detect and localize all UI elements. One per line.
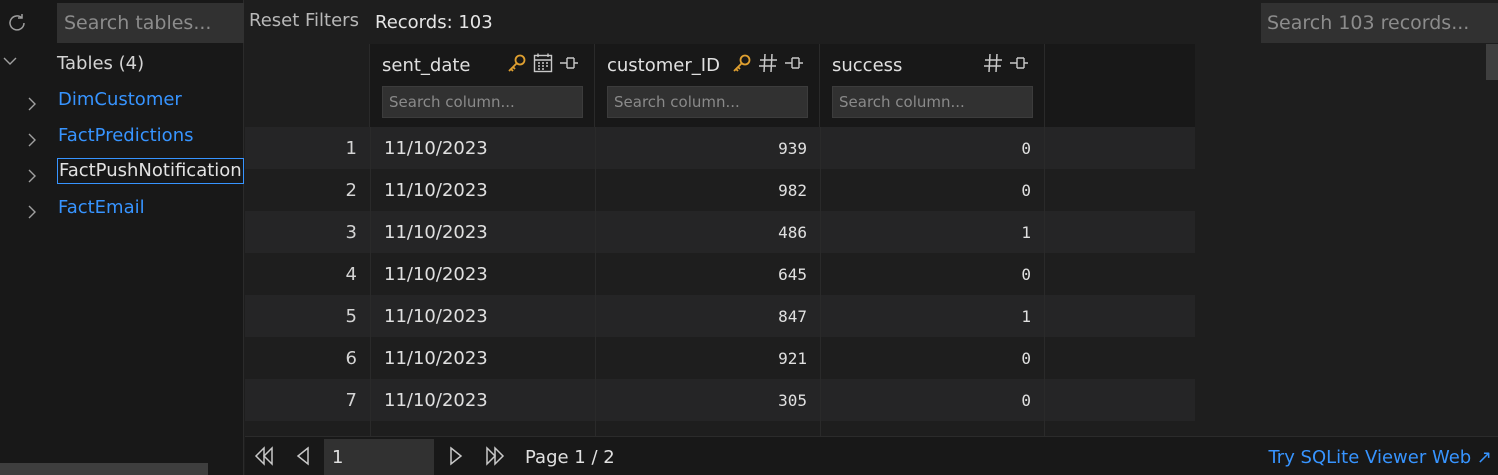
previous-page-icon <box>296 446 309 466</box>
hash-icon <box>982 52 1004 74</box>
cell-sent-date[interactable]: 11/10/2023 <box>370 379 595 421</box>
table-row[interactable]: 6 11/10/2023 921 0 <box>245 337 1195 379</box>
column-name[interactable]: success <box>832 55 902 76</box>
table-row[interactable]: 5 11/10/2023 847 1 <box>245 295 1195 337</box>
tables-tree-title: Tables (4) <box>57 53 145 74</box>
column-header-sent-date[interactable]: sent_date <box>370 44 595 127</box>
table-row[interactable]: 3 11/10/2023 486 1 <box>245 211 1195 253</box>
key-icon <box>506 52 528 74</box>
sidebar: Tables (4) DimCustomer FactPredictions F… <box>0 0 244 475</box>
row-number: 2 <box>345 180 357 201</box>
column-icons <box>731 52 805 74</box>
cell-customer-id[interactable]: 982 <box>595 169 820 211</box>
next-page-button[interactable] <box>439 441 473 471</box>
calendar-icon <box>532 52 554 74</box>
sidebar-item-label[interactable]: FactPushNotification <box>57 158 244 184</box>
last-page-icon <box>486 446 505 466</box>
cell-sent-date[interactable] <box>370 421 595 436</box>
column-filter-input[interactable] <box>607 86 808 118</box>
cell-success[interactable]: 0 <box>820 379 1045 421</box>
reset-filters-button[interactable]: Reset Filters <box>249 10 359 31</box>
row-number: 4 <box>345 264 357 285</box>
first-page-button[interactable] <box>247 441 281 471</box>
column-name[interactable]: customer_ID <box>607 55 720 76</box>
key-icon <box>731 52 753 74</box>
cell-success[interactable] <box>820 421 1045 436</box>
cell-success[interactable]: 0 <box>820 253 1045 295</box>
sidebar-item-factemail[interactable]: FactEmail <box>0 196 244 230</box>
sidebar-item-factpushnotification[interactable]: FactPushNotification <box>0 158 244 192</box>
column-name[interactable]: sent_date <box>382 55 471 76</box>
cell-success[interactable]: 0 <box>820 169 1045 211</box>
cell-success[interactable]: 1 <box>820 211 1045 253</box>
chevron-right-icon[interactable] <box>25 166 39 186</box>
table-row[interactable]: 7 11/10/2023 305 0 <box>245 379 1195 421</box>
column-header-customer-id[interactable]: customer_ID <box>595 44 820 127</box>
last-page-button[interactable] <box>478 441 512 471</box>
chevron-right-icon[interactable] <box>25 202 39 222</box>
pin-icon[interactable] <box>558 52 580 74</box>
sidebar-item-label[interactable]: FactEmail <box>57 196 146 222</box>
page-indicator: Page 1 / 2 <box>525 447 615 468</box>
column-header-success[interactable]: success <box>820 44 1045 127</box>
sidebar-item-label[interactable]: FactPredictions <box>57 124 194 150</box>
cell-success[interactable]: 0 <box>820 337 1045 379</box>
row-number: 5 <box>345 306 357 327</box>
cell-customer-id[interactable]: 645 <box>595 253 820 295</box>
records-count: Records: 103 <box>375 12 493 33</box>
chevron-right-icon[interactable] <box>25 130 39 150</box>
cell-customer-id[interactable]: 305 <box>595 379 820 421</box>
data-grid: sent_date customer_ID success <box>245 44 1498 436</box>
chevron-right-icon[interactable] <box>25 94 39 114</box>
row-number-header <box>245 44 370 127</box>
row-number: 3 <box>345 222 357 243</box>
row-number: 1 <box>345 138 357 159</box>
records-search-input[interactable] <box>1261 3 1498 43</box>
pin-icon[interactable] <box>1008 52 1030 74</box>
next-page-icon <box>450 446 463 466</box>
hash-icon <box>757 52 779 74</box>
column-icons <box>982 52 1030 74</box>
table-row[interactable]: 2 11/10/2023 982 0 <box>245 169 1195 211</box>
cell-customer-id[interactable]: 847 <box>595 295 820 337</box>
pagination-bar: Page 1 / 2 Try SQLite Viewer Web ↗ <box>245 436 1498 475</box>
first-page-icon <box>254 446 273 466</box>
column-icons <box>506 52 580 74</box>
cell-sent-date[interactable]: 11/10/2023 <box>370 127 595 169</box>
column-filter-input[interactable] <box>832 86 1033 118</box>
table-row-partial[interactable] <box>245 421 1195 436</box>
sidebar-item-label[interactable]: DimCustomer <box>57 88 183 114</box>
cell-customer-id[interactable]: 921 <box>595 337 820 379</box>
sidebar-item-factpredictions[interactable]: FactPredictions <box>0 124 244 158</box>
tables-tree-header[interactable]: Tables (4) <box>0 47 244 81</box>
grid-vertical-scrollbar[interactable] <box>1486 44 1498 436</box>
cell-sent-date[interactable]: 11/10/2023 <box>370 337 595 379</box>
sidebar-item-dimcustomer[interactable]: DimCustomer <box>0 88 244 122</box>
scrollbar-thumb[interactable] <box>1486 44 1498 80</box>
refresh-icon[interactable] <box>0 2 34 42</box>
cell-sent-date[interactable]: 11/10/2023 <box>370 211 595 253</box>
row-number: 7 <box>345 390 357 411</box>
cell-sent-date[interactable]: 11/10/2023 <box>370 253 595 295</box>
cell-customer-id[interactable]: 486 <box>595 211 820 253</box>
chevron-down-icon[interactable] <box>0 51 22 73</box>
try-sqlite-viewer-web-link[interactable]: Try SQLite Viewer Web ↗ <box>1268 447 1492 468</box>
cell-customer-id[interactable] <box>595 421 820 436</box>
cell-success[interactable]: 0 <box>820 127 1045 169</box>
cell-sent-date[interactable]: 11/10/2023 <box>370 295 595 337</box>
previous-page-button[interactable] <box>286 441 320 471</box>
row-number: 6 <box>345 348 357 369</box>
cell-success[interactable]: 1 <box>820 295 1045 337</box>
column-filter-input[interactable] <box>382 86 583 118</box>
table-row[interactable]: 4 11/10/2023 645 0 <box>245 253 1195 295</box>
pin-icon[interactable] <box>783 52 805 74</box>
cell-customer-id[interactable]: 939 <box>595 127 820 169</box>
cell-sent-date[interactable]: 11/10/2023 <box>370 169 595 211</box>
page-number-input[interactable] <box>324 439 434 475</box>
sidebar-scrollbar[interactable] <box>0 463 208 475</box>
table-search-input[interactable] <box>57 3 244 43</box>
header-filler <box>1045 44 1195 127</box>
table-row[interactable]: 1 11/10/2023 939 0 <box>245 127 1195 169</box>
